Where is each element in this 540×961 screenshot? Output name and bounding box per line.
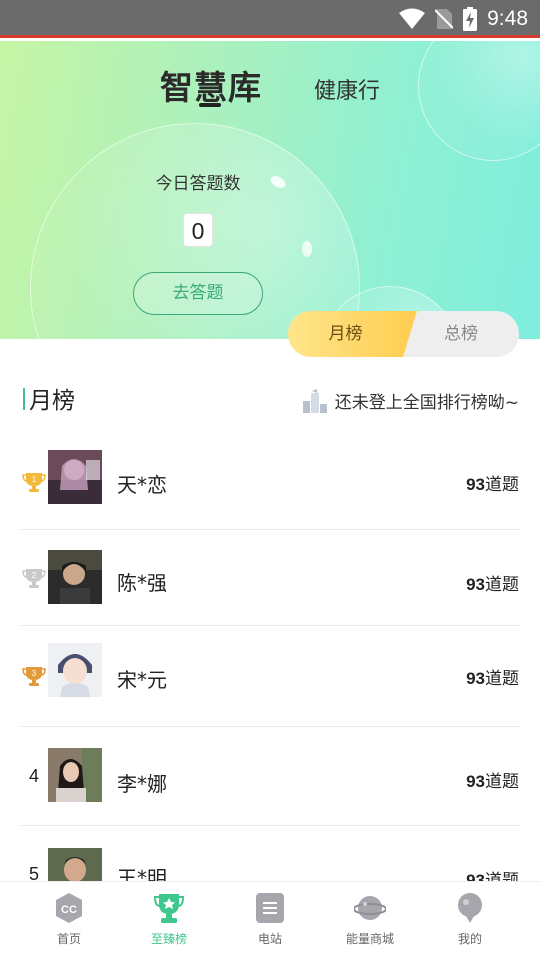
bottom-navigation: CC 首页 至臻榜 电站 能量商城 我的 (0, 881, 540, 961)
nav-energy-mall[interactable]: 能量商城 (330, 892, 410, 947)
answer-count: 93道题 (466, 772, 519, 792)
user-name: 宋*元 (117, 668, 167, 692)
nav-label: 能量商城 (345, 932, 394, 946)
nav-label: 至臻榜 (150, 932, 187, 946)
monthly-ranking-tab[interactable]: 月榜 (288, 311, 417, 357)
nav-label: 首页 (56, 932, 81, 946)
trophy-icon (153, 894, 185, 923)
bubble-decoration (418, 41, 540, 161)
section-accent-bar (23, 388, 25, 410)
rank-number: 4 (28, 765, 39, 786)
avatar (48, 748, 102, 802)
ranking-row[interactable]: 4 李*娜 93道题 (21, 727, 519, 826)
avatar (48, 550, 102, 604)
section-title: 月榜 (29, 388, 75, 414)
rank-medal: 1 (21, 434, 47, 529)
list-icon (256, 893, 284, 923)
answer-count: 93道题 (466, 575, 519, 595)
active-tab-indicator (199, 103, 221, 107)
svg-text:1: 1 (32, 475, 37, 484)
ranking-row[interactable]: 2 陈*强 93道题 (21, 530, 519, 626)
nav-station[interactable]: 电站 (230, 892, 310, 947)
status-bar: 9:48 (0, 0, 540, 38)
nav-ranking[interactable]: 至臻榜 (129, 892, 209, 947)
bubble-highlight (302, 241, 312, 257)
svg-text:CC: CC (61, 904, 77, 916)
podium-icon (302, 388, 327, 413)
cc-icon: CC (56, 893, 82, 923)
user-name: 陈*强 (117, 571, 167, 595)
svg-text:2: 2 (32, 571, 37, 580)
avatar (48, 450, 102, 504)
gold-trophy-icon: 1 (22, 472, 46, 492)
ranking-row[interactable]: 1 天*恋 93道题 (21, 434, 519, 530)
svg-text:3: 3 (32, 669, 37, 678)
planet-icon (354, 896, 386, 920)
silver-trophy-icon: 2 (22, 568, 46, 588)
ranking-period-toggle: 总榜 月榜 (288, 311, 519, 357)
user-icon (458, 893, 482, 923)
ranking-row[interactable]: 5 王*明 93道题 (21, 826, 519, 902)
tab-health[interactable]: 健康行 (314, 73, 380, 105)
ranking-row[interactable]: 3 宋*元 93道题 (21, 626, 519, 727)
go-answer-button[interactable]: 去答题 (133, 272, 263, 315)
daily-answers-label: 今日答题数 (155, 174, 241, 194)
daily-answers-count: 0 (183, 213, 213, 247)
answer-count: 93道题 (466, 475, 519, 495)
user-name: 李*娜 (117, 772, 167, 796)
rank-medal: 2 (21, 530, 47, 625)
wifi-icon (399, 8, 426, 29)
rank-note-text: 还未登上全国排行榜呦~ (334, 393, 519, 413)
rank-status-note: 还未登上全国排行榜呦~ (302, 388, 519, 413)
clock: 9:48 (487, 7, 528, 30)
hero-banner: 智慧库 健康行 今日答题数 0 去答题 (0, 41, 540, 339)
rank-medal: 3 (21, 626, 47, 726)
nav-profile[interactable]: 我的 (430, 892, 510, 947)
user-name: 天*恋 (117, 473, 167, 497)
nav-home[interactable]: CC 首页 (29, 892, 109, 947)
nav-label: 电站 (257, 932, 282, 946)
bronze-trophy-icon: 3 (22, 667, 46, 686)
no-sim-icon (435, 9, 454, 29)
nav-label: 我的 (457, 932, 482, 946)
avatar (48, 643, 102, 697)
battery-charging-icon (463, 7, 478, 31)
status-icons: 9:48 (399, 6, 528, 32)
answer-count: 93道题 (466, 669, 519, 689)
tab-wisdom-library[interactable]: 智慧库 (160, 61, 262, 109)
